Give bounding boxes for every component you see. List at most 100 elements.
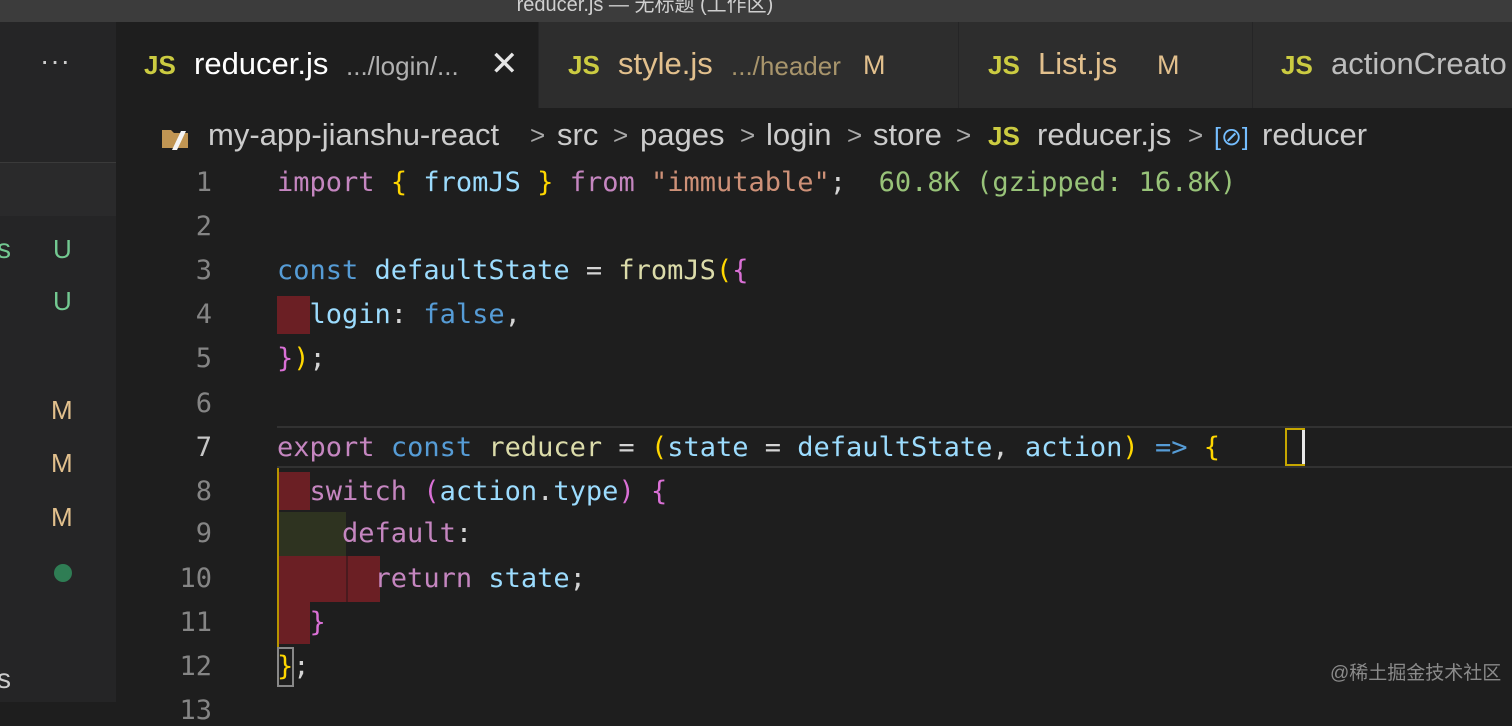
more-actions-icon[interactable]: ··· [40, 46, 71, 76]
tab-path: .../header [731, 51, 841, 81]
code-token: "immutable" [650, 167, 830, 198]
tab-actioncreators-js[interactable]: JS actionCreato [1253, 22, 1512, 108]
file-name-fragment[interactable]: s [0, 664, 11, 694]
code-token: from [569, 167, 635, 198]
tab-label: style.js [618, 46, 713, 81]
line-number: 5 [195, 343, 212, 374]
code-token: } [537, 167, 554, 198]
code-token: } [277, 343, 294, 374]
untracked-badge: U [53, 286, 72, 316]
code-token: = [748, 432, 798, 463]
code-line[interactable]: login: false, [277, 300, 521, 330]
tab-path: .../login/... [346, 51, 459, 81]
code-line[interactable]: }; [277, 652, 310, 682]
title-bar: reducer.js — 无标题 (工作区) [0, 0, 1512, 22]
code-token: { [732, 255, 749, 286]
window-title: reducer.js — 无标题 (工作区) [516, 0, 774, 16]
breadcrumb-item-file[interactable]: reducer.js [1037, 117, 1171, 153]
code-line[interactable]: }); [277, 344, 326, 374]
explorer-sidebar: ··· s U U M M M s [0, 22, 116, 702]
code-token: ; [293, 651, 310, 682]
code-line[interactable]: import { fromJS } from "immutable"; 60.8… [277, 168, 1236, 198]
code-token: action [1024, 432, 1123, 463]
code-line[interactable]: switch (action.type) { [277, 476, 668, 507]
code-token: ; [569, 563, 586, 594]
code-token: const [390, 432, 473, 463]
js-file-icon: JS [988, 50, 1020, 80]
tab-style-js[interactable]: JS style.js .../header M [539, 22, 959, 108]
code-token: => [1154, 432, 1188, 463]
code-line[interactable]: return state; [277, 564, 586, 594]
chevron-right-icon: > [530, 120, 546, 150]
code-token: = [569, 255, 619, 286]
modified-badge: M [51, 448, 73, 478]
code-token: ( [423, 476, 440, 507]
breadcrumb-item-pages[interactable]: pages [640, 117, 724, 153]
modified-badge: M [51, 502, 73, 532]
code-token: export [277, 432, 375, 463]
js-file-icon: JS [568, 50, 600, 80]
code-line[interactable]: const defaultState = fromJS({ [277, 256, 748, 286]
modified-badge: M [51, 395, 73, 425]
file-name-fragment[interactable]: s [0, 234, 11, 264]
code-token: login [309, 299, 391, 330]
js-file-icon: JS [988, 121, 1020, 151]
modified-badge: M [1157, 50, 1180, 80]
tab-label: List.js [1038, 46, 1118, 81]
code-line[interactable]: default: [277, 519, 472, 549]
breadcrumb-item-root[interactable]: my-app-jianshu-react [208, 117, 499, 153]
line-number: 4 [195, 299, 212, 330]
chevron-right-icon: > [1188, 120, 1204, 150]
editor-tab-bar: JS reducer.js .../login/... ✕ JS style.j… [116, 22, 1512, 108]
breadcrumb-item-login[interactable]: login [766, 117, 832, 153]
code-token: ; [829, 167, 847, 198]
code-token: switch [309, 476, 408, 507]
import-size-hint: 60.8K (gzipped: 16.8K) [878, 167, 1237, 198]
watermark: @稀土掘金技术社区 [1330, 663, 1502, 684]
code-token: state [488, 563, 570, 594]
code-token: state [667, 432, 749, 463]
code-token: const [277, 255, 359, 286]
code-token: import [277, 167, 375, 198]
tab-label: actionCreato [1331, 46, 1507, 81]
code-line[interactable]: export const reducer = (state = defaultS… [277, 433, 1220, 463]
code-token: ( [715, 255, 733, 286]
code-line[interactable]: } [277, 608, 326, 638]
tab-reducer-js[interactable]: JS reducer.js .../login/... ✕ [116, 22, 539, 108]
code-token: reducer [488, 432, 603, 463]
symbol-variable-icon: [⊘] [1214, 123, 1249, 151]
code-token: } [309, 607, 326, 638]
breadcrumb-item-src[interactable]: src [557, 117, 598, 153]
chevron-right-icon: > [613, 120, 629, 150]
line-number: 12 [179, 651, 212, 682]
sidebar-selected-row[interactable] [0, 163, 116, 216]
code-token: action [439, 476, 538, 507]
code-token: { [390, 167, 408, 198]
close-tab-icon[interactable]: ✕ [490, 44, 519, 84]
line-number: 10 [179, 563, 212, 594]
tab-list-js[interactable]: JS List.js M [959, 22, 1253, 108]
line-number: 6 [195, 388, 212, 419]
code-token: type [553, 476, 619, 507]
code-token: : [390, 299, 424, 330]
line-number: 8 [195, 476, 212, 507]
code-token: return [374, 563, 473, 594]
breadcrumb-item-symbol[interactable]: reducer [1262, 117, 1367, 153]
line-number: 1 [195, 167, 212, 198]
code-token: fromJS [423, 167, 521, 198]
line-number: 3 [195, 255, 212, 286]
breadcrumb-item-store[interactable]: store [873, 117, 942, 153]
